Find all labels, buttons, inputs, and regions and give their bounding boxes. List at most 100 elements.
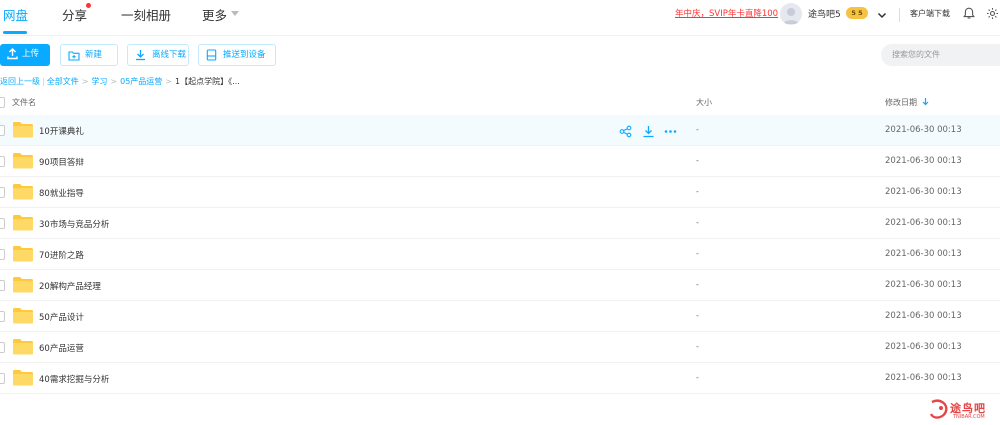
breadcrumb-separator: >: [81, 77, 89, 86]
file-size: -: [696, 125, 699, 134]
select-all-checkbox[interactable]: [0, 97, 5, 108]
table-header: 文件名 大小 修改日期: [0, 93, 1000, 113]
row-checkbox[interactable]: [0, 342, 5, 353]
folder-icon: [13, 214, 33, 235]
chevron-down-icon[interactable]: [877, 5, 887, 24]
promo-link[interactable]: 年中庆，SVIP年卡直降100: [675, 7, 778, 19]
tab-netdisk[interactable]: 网盘: [3, 5, 28, 24]
top-nav: 网盘 分享 一刻相册 更多 年中庆，SVIP年卡直降100 途鸟吧5 5 5 客…: [0, 0, 1000, 36]
tab-photo-album[interactable]: 一刻相册: [121, 5, 171, 24]
gear-icon[interactable]: [986, 5, 999, 24]
more-caret-icon: [231, 11, 239, 16]
breadcrumb-current: 1【起点学院】《...: [175, 77, 240, 86]
folder-icon: [13, 369, 33, 390]
file-size: -: [696, 280, 699, 289]
table-row[interactable]: 90项目答辩 - 2021-06-30 00:13: [0, 146, 1000, 177]
file-name[interactable]: 20解构产品经理: [39, 280, 101, 292]
avatar[interactable]: [780, 3, 802, 25]
table-row[interactable]: 30市场与竞品分析 - 2021-06-30 00:13: [0, 208, 1000, 239]
file-date: 2021-06-30 00:13: [885, 187, 962, 197]
device-icon: [206, 49, 217, 69]
file-size: -: [696, 342, 699, 351]
tab-more[interactable]: 更多: [202, 5, 227, 24]
breadcrumb-item[interactable]: 05产品运营: [120, 77, 162, 86]
nav-divider: [899, 8, 900, 22]
folder-icon: [13, 245, 33, 266]
file-date: 2021-06-30 00:13: [885, 311, 962, 321]
table-row[interactable]: 70进阶之路 - 2021-06-30 00:13: [0, 239, 1000, 270]
sort-down-icon[interactable]: [922, 97, 929, 108]
file-date: 2021-06-30 00:13: [885, 156, 962, 166]
file-name[interactable]: 50产品设计: [39, 311, 84, 323]
file-name[interactable]: 40需求挖掘与分析: [39, 373, 109, 385]
push-to-device-button[interactable]: 推送到设备: [198, 44, 276, 66]
notification-dot: [86, 3, 91, 8]
table-row[interactable]: 10开课典礼 - 2021-06-30 00:13: [0, 115, 1000, 146]
breadcrumb-all-files[interactable]: 全部文件: [47, 77, 79, 86]
row-checkbox[interactable]: [0, 311, 5, 322]
tab-share[interactable]: 分享: [62, 5, 87, 24]
share-icon[interactable]: [619, 123, 632, 142]
more-icon[interactable]: [664, 123, 677, 142]
breadcrumb-separator: >: [165, 77, 172, 86]
breadcrumb: 返回上一级 | 全部文件 > 学习 >05产品运营 >1【起点学院】《...: [0, 76, 240, 87]
file-size: -: [696, 218, 699, 227]
header-modified-date[interactable]: 修改日期: [885, 97, 917, 108]
new-label: 新建: [85, 50, 103, 60]
folder-icon: [13, 152, 33, 173]
file-name[interactable]: 80就业指导: [39, 187, 84, 199]
active-tab-indicator: [3, 31, 27, 34]
download-icon[interactable]: [642, 123, 655, 142]
file-name[interactable]: 70进阶之路: [39, 249, 84, 261]
file-name[interactable]: 60产品运营: [39, 342, 84, 354]
push-label: 推送到设备: [223, 50, 266, 60]
bell-icon[interactable]: [963, 5, 975, 24]
upload-button[interactable]: 上传: [0, 44, 50, 66]
breadcrumb-back[interactable]: 返回上一级: [0, 77, 40, 86]
folder-plus-icon: [68, 49, 80, 69]
table-row[interactable]: 40需求挖掘与分析 - 2021-06-30 00:13: [0, 363, 1000, 394]
file-size: -: [696, 249, 699, 258]
folder-icon: [13, 183, 33, 204]
file-size: -: [696, 373, 699, 382]
row-checkbox[interactable]: [0, 156, 5, 167]
row-checkbox[interactable]: [0, 249, 5, 260]
watermark-logo: 途鸟吧 TNIBAR.COM: [928, 398, 998, 424]
breadcrumb-divider: |: [42, 77, 45, 86]
file-date: 2021-06-30 00:13: [885, 373, 962, 383]
folder-icon: [13, 276, 33, 297]
offline-label: 离线下载: [152, 50, 187, 60]
file-size: -: [696, 311, 699, 320]
row-checkbox[interactable]: [0, 125, 5, 136]
upload-label: 上传: [22, 49, 40, 59]
new-folder-button[interactable]: 新建: [60, 44, 118, 66]
file-date: 2021-06-30 00:13: [885, 125, 962, 135]
row-checkbox[interactable]: [0, 373, 5, 384]
file-date: 2021-06-30 00:13: [885, 249, 962, 259]
file-name[interactable]: 30市场与竞品分析: [39, 218, 109, 230]
file-size: -: [696, 187, 699, 196]
file-list: 10开课典礼 - 2021-06-30 00:13 90项目答辩 - 2021-06-30…: [0, 115, 1000, 394]
table-row[interactable]: 20解构产品经理 - 2021-06-30 00:13: [0, 270, 1000, 301]
download-icon: [135, 49, 146, 69]
row-checkbox[interactable]: [0, 187, 5, 198]
offline-download-button[interactable]: 离线下载: [127, 44, 189, 66]
search-input[interactable]: [881, 44, 1000, 66]
file-date: 2021-06-30 00:13: [885, 342, 962, 352]
client-download-link[interactable]: 客户端下载: [910, 8, 950, 19]
breadcrumb-item[interactable]: 学习: [91, 77, 107, 86]
folder-icon: [13, 338, 33, 359]
folder-icon: [13, 121, 33, 142]
file-date: 2021-06-30 00:13: [885, 218, 962, 228]
row-checkbox[interactable]: [0, 218, 5, 229]
file-name[interactable]: 10开课典礼: [39, 125, 84, 137]
vip-badge: 5 5: [846, 7, 868, 19]
header-filename[interactable]: 文件名: [12, 97, 36, 108]
file-name[interactable]: 90项目答辩: [39, 156, 84, 168]
username[interactable]: 途鸟吧5: [808, 7, 841, 20]
table-row[interactable]: 80就业指导 - 2021-06-30 00:13: [0, 177, 1000, 208]
header-size[interactable]: 大小: [696, 97, 712, 108]
table-row[interactable]: 50产品设计 - 2021-06-30 00:13: [0, 301, 1000, 332]
table-row[interactable]: 60产品运营 - 2021-06-30 00:13: [0, 332, 1000, 363]
row-checkbox[interactable]: [0, 280, 5, 291]
